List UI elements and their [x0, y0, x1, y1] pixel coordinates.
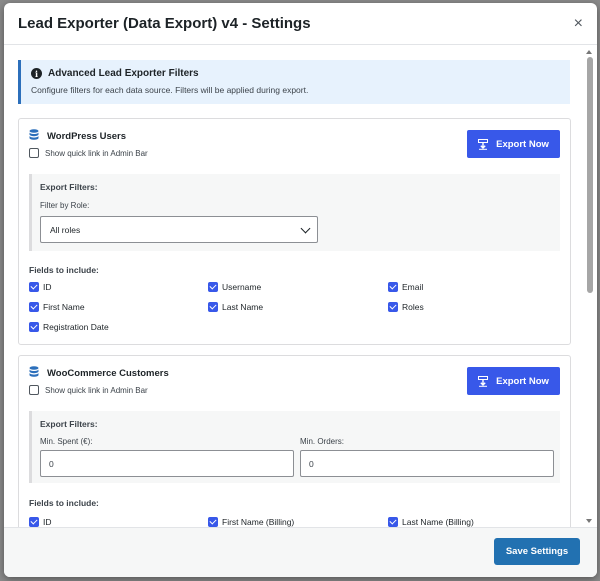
- database-icon: [29, 129, 39, 140]
- source-card-wordpress-users: WordPress Users Show quick link in Admin…: [18, 118, 571, 345]
- checkbox[interactable]: [388, 302, 398, 312]
- close-icon[interactable]: ×: [574, 16, 583, 32]
- export-filters: Export Filters: Min. Spent (€): Min. Ord…: [29, 411, 560, 483]
- quick-link-label: Show quick link in Admin Bar: [45, 385, 148, 395]
- checkbox[interactable]: [29, 282, 39, 292]
- card-title: WooCommerce Customers: [47, 368, 169, 379]
- checkbox[interactable]: [208, 517, 218, 527]
- scroll-down-arrow-icon[interactable]: [586, 519, 592, 523]
- role-select[interactable]: All roles: [40, 216, 318, 243]
- field-checkbox-last-name-billing[interactable]: Last Name (Billing): [388, 517, 474, 527]
- min-spent-input[interactable]: 0: [40, 450, 294, 477]
- download-icon: [478, 375, 489, 387]
- export-now-button[interactable]: Export Now: [467, 367, 560, 395]
- scrollbar-thumb[interactable]: [587, 57, 593, 293]
- export-now-button[interactable]: Export Now: [467, 130, 560, 158]
- fields-title: Fields to include:: [29, 498, 99, 508]
- checkbox[interactable]: [208, 302, 218, 312]
- quick-link-toggle[interactable]: Show quick link in Admin Bar: [29, 148, 148, 158]
- info-title: Advanced Lead Exporter Filters: [48, 68, 199, 79]
- info-description: Configure filters for each data source. …: [31, 85, 309, 95]
- field-checkbox-roles[interactable]: Roles: [388, 302, 424, 312]
- field-checkbox-first-name-billing[interactable]: First Name (Billing): [208, 517, 294, 527]
- checkbox[interactable]: [29, 322, 39, 332]
- role-filter-label: Filter by Role:: [40, 201, 90, 210]
- modal-footer: Save Settings: [4, 527, 597, 577]
- download-icon: [478, 138, 489, 150]
- field-checkbox-registration-date[interactable]: Registration Date: [29, 322, 109, 332]
- filters-title: Export Filters:: [40, 419, 98, 429]
- card-title: WordPress Users: [47, 131, 127, 142]
- checkbox[interactable]: [388, 517, 398, 527]
- field-checkbox-email[interactable]: Email: [388, 282, 423, 292]
- quick-link-toggle[interactable]: Show quick link in Admin Bar: [29, 385, 148, 395]
- quick-link-checkbox[interactable]: [29, 148, 39, 158]
- fields-title: Fields to include:: [29, 265, 99, 275]
- min-spent-label: Min. Spent (€):: [40, 437, 93, 446]
- min-orders-input[interactable]: 0: [300, 450, 554, 477]
- database-icon: [29, 366, 39, 377]
- chevron-down-icon: [300, 223, 311, 234]
- checkbox[interactable]: [29, 517, 39, 527]
- modal-title: Lead Exporter (Data Export) v4 - Setting…: [18, 15, 311, 32]
- save-settings-button[interactable]: Save Settings: [494, 538, 580, 565]
- checkbox[interactable]: [388, 282, 398, 292]
- min-orders-label: Min. Orders:: [300, 437, 345, 446]
- modal-header: Lead Exporter (Data Export) v4 - Setting…: [4, 3, 597, 45]
- quick-link-checkbox[interactable]: [29, 385, 39, 395]
- field-checkbox-username[interactable]: Username: [208, 282, 261, 292]
- field-checkbox-last-name[interactable]: Last Name: [208, 302, 263, 312]
- info-notice: i Advanced Lead Exporter Filters Configu…: [18, 60, 570, 104]
- modal-body[interactable]: i Advanced Lead Exporter Filters Configu…: [4, 46, 597, 527]
- scroll-up-arrow-icon[interactable]: [586, 50, 592, 54]
- checkbox[interactable]: [29, 302, 39, 312]
- filters-title: Export Filters:: [40, 182, 98, 192]
- export-filters: Export Filters: Filter by Role: All role…: [29, 174, 560, 251]
- field-checkbox-id[interactable]: ID: [29, 282, 52, 292]
- info-icon: i: [31, 68, 42, 79]
- field-checkbox-first-name[interactable]: First Name: [29, 302, 85, 312]
- quick-link-label: Show quick link in Admin Bar: [45, 148, 148, 158]
- source-card-woocommerce-customers: WooCommerce Customers Show quick link in…: [18, 355, 571, 527]
- checkbox[interactable]: [208, 282, 218, 292]
- settings-modal: Lead Exporter (Data Export) v4 - Setting…: [4, 3, 597, 577]
- field-checkbox-id[interactable]: ID: [29, 517, 52, 527]
